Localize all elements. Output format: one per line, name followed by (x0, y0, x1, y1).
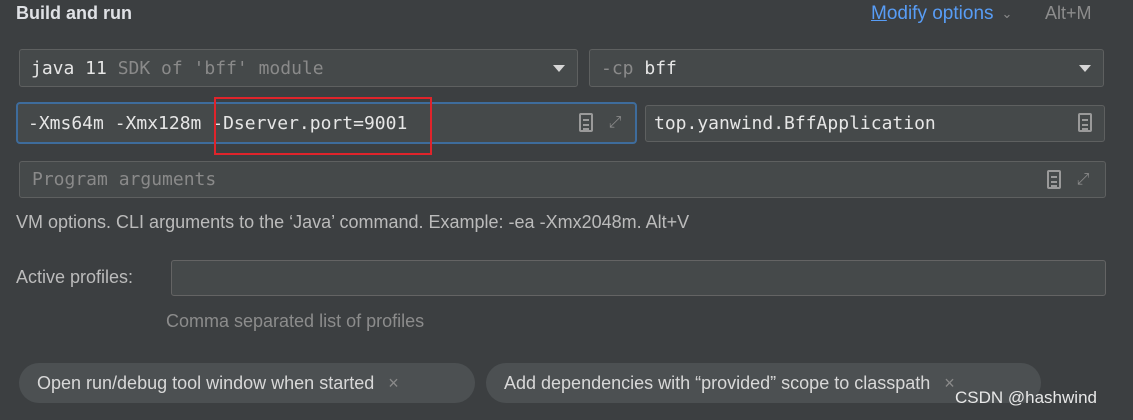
close-icon[interactable]: × (944, 373, 955, 394)
chip-label: Open run/debug tool window when started (37, 372, 375, 393)
classpath-module-value: bff (633, 57, 677, 79)
highlight-annotation-box (214, 97, 432, 155)
modify-options-label-rest: odify options (886, 3, 994, 24)
modify-options-shortcut: Alt+M (1045, 3, 1092, 23)
active-profiles-input[interactable] (171, 260, 1106, 296)
program-arguments-placeholder: Program arguments (32, 169, 217, 190)
dropdown-arrow-icon[interactable] (1079, 65, 1091, 72)
chevron-down-icon: ⌄ (1001, 6, 1013, 21)
classpath-prefix: -cp (601, 57, 634, 79)
close-icon[interactable]: × (388, 373, 399, 394)
jre-sdk-combobox[interactable]: java 11 SDK of 'bff' module (19, 49, 578, 87)
program-arguments-field[interactable]: Program arguments ⤢ (19, 161, 1106, 198)
modify-options-label: Modify options (871, 3, 994, 25)
dropdown-arrow-icon[interactable] (553, 65, 565, 72)
document-icon[interactable] (1047, 169, 1061, 189)
modify-options-mnemonic: M (871, 3, 887, 24)
document-icon[interactable] (1078, 113, 1092, 132)
watermark: CSDN @hashwind (955, 388, 1097, 407)
expand-icon[interactable]: ⤢ (1073, 169, 1093, 189)
vm-options-description: VM options. CLI arguments to the ‘Java’ … (16, 212, 690, 232)
sdk-value-description: SDK of 'bff' module (106, 57, 324, 79)
main-class-value[interactable]: top.yanwind.BffApplication (654, 113, 936, 134)
chip-label: Add dependencies with “provided” scope t… (504, 372, 931, 393)
main-class-field[interactable]: top.yanwind.BffApplication (645, 105, 1105, 142)
classpath-module-combobox[interactable]: -cp bff (589, 49, 1104, 87)
active-profiles-label: Active profiles: (16, 267, 134, 287)
document-icon[interactable] (579, 112, 593, 132)
active-profiles-hint: Comma separated list of profiles (166, 311, 425, 331)
modify-options-link[interactable]: Modify options ⌄ (871, 3, 1012, 25)
sdk-value: java 11 (31, 57, 107, 79)
section-title: Build and run (16, 3, 132, 23)
chip-open-run-debug-window[interactable]: Open run/debug tool window when started … (19, 363, 475, 403)
expand-icon[interactable]: ⤢ (605, 112, 625, 132)
